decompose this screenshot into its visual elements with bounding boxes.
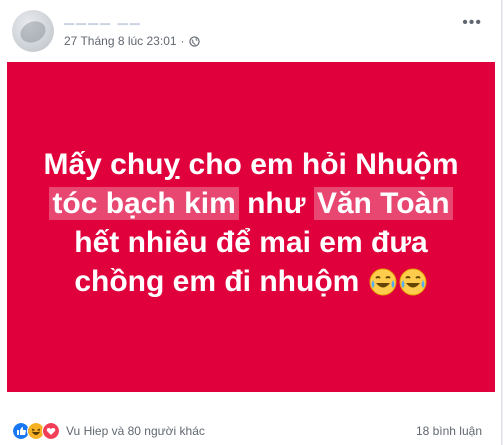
reactors-text[interactable]: Vu Hiep và 80 người khác	[66, 424, 416, 438]
status-line-2: tóc bạch kim như Văn Toàn	[31, 184, 471, 223]
globe-icon	[188, 35, 200, 47]
comments-count[interactable]: 18 bình luận	[416, 424, 482, 438]
laughing-crying-emoji-icon	[369, 268, 397, 296]
post-meta: 27 Tháng 8 lúc 23:01 ·	[64, 34, 200, 48]
status-line-1: Mấy chuỵ cho em hỏi Nhuộm	[43, 148, 459, 181]
reaction-icons[interactable]	[12, 422, 60, 440]
more-options-icon[interactable]: •••	[462, 14, 482, 32]
status-line-4: chồng em đi nhuộm	[31, 262, 471, 301]
laughing-crying-emoji-icon-2	[399, 268, 427, 296]
avatar[interactable]	[12, 10, 54, 52]
post-header: ▁▁▁▁ ▁▁ 27 Tháng 8 lúc 23:01 · •••	[12, 8, 482, 58]
love-icon	[42, 422, 60, 440]
highlight-bach-kim: tóc bạch kim	[49, 187, 239, 220]
status-line-3: hết nhiêu để mai em đưa	[74, 226, 428, 259]
status-text: Mấy chuỵ cho em hỏi Nhuộm tóc bạch kim n…	[31, 145, 471, 301]
highlight-van-toan: Văn Toàn	[313, 187, 453, 220]
author-name-redacted[interactable]: ▁▁▁▁ ▁▁	[64, 10, 142, 26]
status-banner: Mấy chuỵ cho em hỏi Nhuộm tóc bạch kim n…	[7, 62, 495, 392]
post-footer: Vu Hiep và 80 người khác 18 bình luận	[12, 420, 482, 442]
timestamp[interactable]: 27 Tháng 8 lúc 23:01	[64, 34, 177, 48]
post-card: ▁▁▁▁ ▁▁ 27 Tháng 8 lúc 23:01 · ••• Mấy c…	[0, 0, 502, 445]
